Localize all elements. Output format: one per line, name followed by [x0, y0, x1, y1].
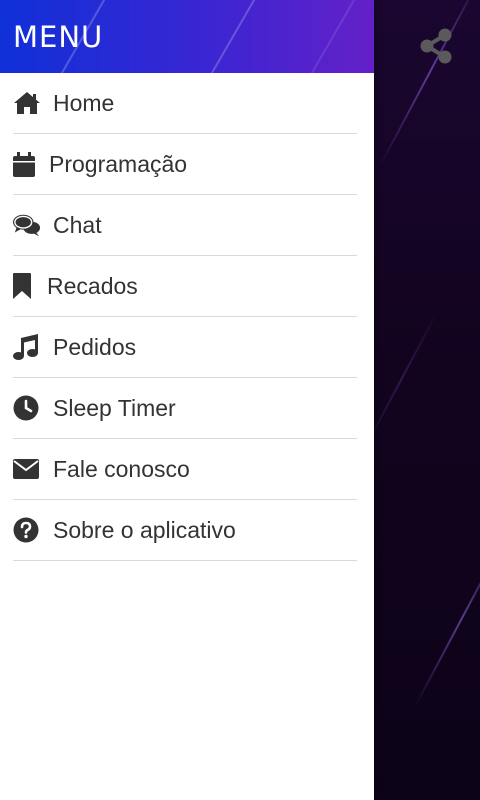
drawer-title: MENU — [13, 20, 104, 54]
envelope-icon — [13, 455, 41, 483]
share-button[interactable] — [416, 28, 456, 68]
menu-item-label: Pedidos — [53, 333, 137, 360]
menu-item-recados[interactable]: Recados — [13, 256, 357, 317]
menu-item-pedidos[interactable]: Pedidos — [13, 317, 357, 378]
menu-item-sobre[interactable]: Sobre o aplicativo — [13, 500, 357, 561]
header-streak — [200, 0, 262, 73]
clock-icon — [13, 394, 41, 422]
menu-item-label: Programação — [49, 150, 188, 177]
menu-item-chat[interactable]: Chat — [13, 195, 357, 256]
question-icon — [13, 516, 41, 544]
menu-item-label: Sobre o aplicativo — [53, 516, 236, 543]
music-icon — [13, 333, 41, 361]
share-icon — [419, 28, 453, 69]
chat-icon — [13, 211, 41, 239]
header-streak — [300, 0, 362, 73]
background-streak — [378, 0, 480, 168]
home-icon — [13, 89, 41, 117]
navigation-drawer: MENU Home Programação Chat Recados Pedid… — [0, 0, 374, 800]
menu-item-label: Recados — [47, 272, 138, 299]
background-streak — [362, 308, 440, 452]
calendar-icon — [13, 150, 37, 178]
menu-item-programacao[interactable]: Programação — [13, 134, 357, 195]
menu-item-label: Home — [53, 89, 115, 116]
drawer-header: MENU — [0, 0, 374, 73]
menu-list: Home Programação Chat Recados Pedidos Sl… — [0, 73, 374, 561]
background-streak — [413, 531, 480, 709]
menu-item-home[interactable]: Home — [13, 73, 357, 134]
menu-item-label: Fale conosco — [53, 455, 190, 482]
menu-item-label: Sleep Timer — [53, 394, 176, 421]
menu-item-sleep-timer[interactable]: Sleep Timer — [13, 378, 357, 439]
bookmark-icon — [13, 272, 35, 300]
menu-item-label: Chat — [53, 211, 102, 238]
menu-item-fale-conosco[interactable]: Fale conosco — [13, 439, 357, 500]
app-screen: MENU Home Programação Chat Recados Pedid… — [0, 0, 480, 800]
